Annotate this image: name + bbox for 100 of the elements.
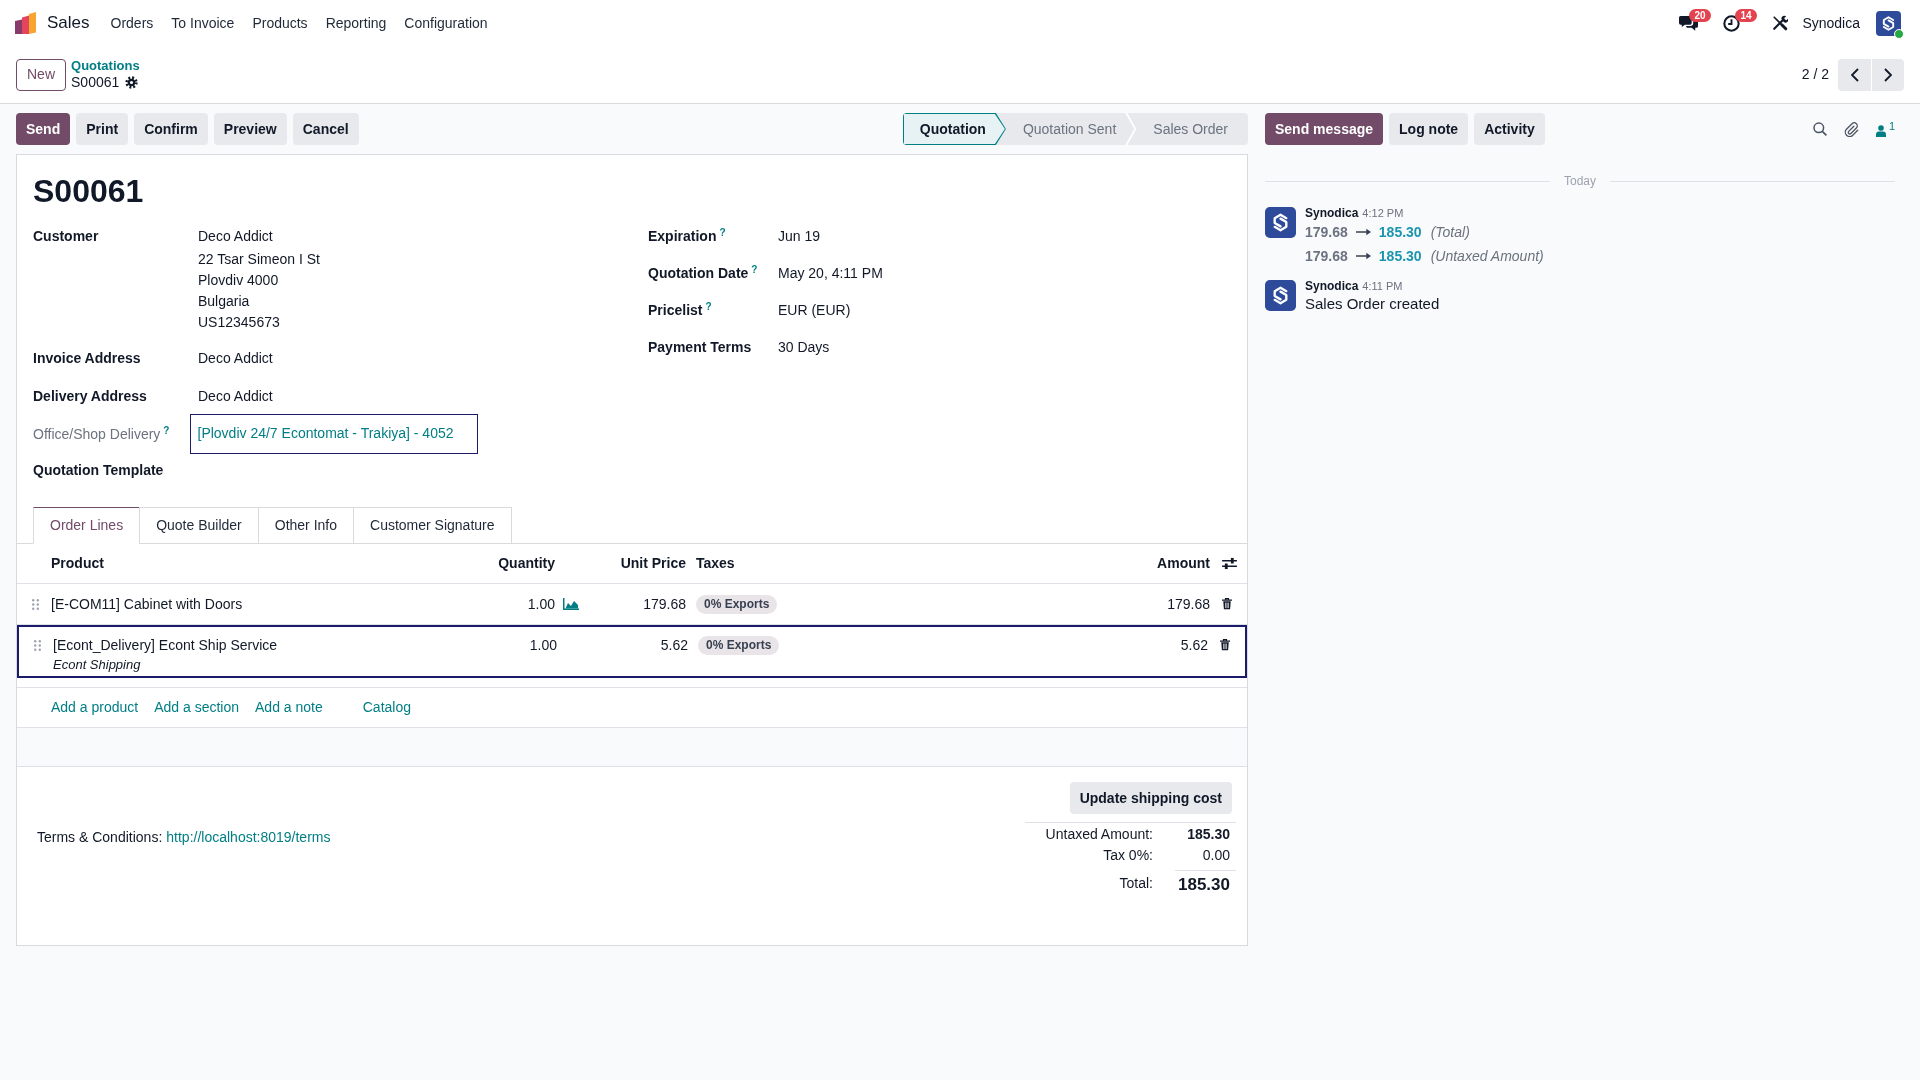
field-label: Pricelist bbox=[648, 302, 703, 318]
action-button[interactable]: Preview bbox=[213, 113, 287, 145]
field-value: Deco Addict bbox=[198, 348, 273, 368]
next-button[interactable] bbox=[1871, 58, 1904, 91]
menu-item[interactable]: Orders bbox=[101, 8, 163, 38]
date-separator: Today bbox=[1564, 174, 1596, 188]
total-label: Untaxed Amount: bbox=[1045, 825, 1153, 844]
field-value: 30 Days bbox=[778, 338, 830, 357]
field-value: EUR (EUR) bbox=[778, 301, 851, 320]
author-name: Synodica bbox=[1305, 279, 1359, 293]
menu-item[interactable]: Products bbox=[243, 8, 317, 38]
paperclip-icon[interactable] bbox=[1843, 121, 1859, 137]
total-value: 0.00 bbox=[1202, 846, 1230, 865]
address-line: Plovdiv 4000 bbox=[198, 270, 279, 290]
clock-icon[interactable] bbox=[1723, 14, 1741, 32]
breadcrumb-link[interactable]: Quotations bbox=[71, 58, 140, 73]
menu-item[interactable]: To Invoice bbox=[162, 8, 244, 38]
person-icon bbox=[1875, 125, 1886, 137]
status-step[interactable]: Quotation bbox=[902, 113, 1006, 145]
terms-label: Terms & Conditions: bbox=[37, 828, 163, 847]
drag-handle-icon[interactable] bbox=[34, 639, 41, 651]
action-button[interactable]: Cancel bbox=[292, 113, 359, 145]
new-value: 185.30 bbox=[1378, 222, 1422, 242]
pager-value[interactable]: 2 / 2 bbox=[1801, 64, 1829, 85]
field-value: Deco Addict bbox=[198, 386, 273, 406]
avatar-icon[interactable] bbox=[1265, 280, 1296, 311]
app-name[interactable]: Sales bbox=[47, 11, 90, 35]
tab[interactable]: Customer Signature bbox=[353, 507, 512, 544]
sliders-icon[interactable] bbox=[1222, 557, 1237, 570]
tab[interactable]: Order Lines bbox=[33, 507, 141, 544]
avatar-icon[interactable] bbox=[1876, 10, 1901, 36]
help-mark[interactable]: ? bbox=[751, 264, 758, 275]
column-header[interactable]: Product bbox=[51, 553, 104, 574]
new-button[interactable]: New bbox=[16, 58, 66, 91]
message-count-badge: 20 bbox=[1689, 9, 1711, 22]
terms-link[interactable]: http://localhost:8019/terms bbox=[166, 827, 331, 848]
trash-icon[interactable] bbox=[1222, 597, 1232, 610]
new-value: 185.30 bbox=[1378, 246, 1422, 266]
field-value: May 20, 4:11 PM bbox=[778, 264, 883, 283]
message-body: Sales Order created bbox=[1305, 294, 1440, 314]
column-header[interactable]: Unit Price bbox=[620, 553, 686, 574]
area-chart-icon[interactable] bbox=[563, 597, 579, 610]
status-step[interactable]: Sales Order bbox=[1136, 113, 1248, 145]
order-line-row[interactable]: [Econt_Delivery] Econt Ship Service Econt Shipping 1.00 5.62 0% Exports 5.62 bbox=[17, 625, 1247, 678]
old-value: 179.68 bbox=[1305, 246, 1348, 266]
field-label: Quotation Template bbox=[33, 461, 164, 478]
chatter-button[interactable]: Send message bbox=[1265, 113, 1384, 145]
chatter-button[interactable]: Activity bbox=[1474, 113, 1545, 145]
tab[interactable]: Quote Builder bbox=[139, 507, 259, 544]
search-icon[interactable] bbox=[1812, 122, 1827, 136]
field-label: Office/Shop Delivery bbox=[33, 425, 161, 442]
column-header[interactable]: Taxes bbox=[696, 553, 735, 574]
column-header[interactable]: Quantity bbox=[498, 553, 555, 574]
field-name: (Untaxed Amount) bbox=[1430, 246, 1544, 266]
total-label: Total: bbox=[1119, 874, 1153, 893]
update-shipping-button[interactable]: Update shipping cost bbox=[1069, 782, 1232, 814]
field-label: Expiration bbox=[648, 228, 717, 244]
avatar-icon[interactable] bbox=[1265, 207, 1296, 238]
unit-price-cell-text: 179.68 bbox=[643, 594, 686, 614]
old-value: 179.68 bbox=[1305, 222, 1348, 242]
total-label: Tax 0%: bbox=[1103, 846, 1153, 865]
followers-button[interactable]: 1 bbox=[1875, 121, 1895, 137]
address-line: Bulgaria bbox=[198, 291, 250, 311]
drag-handle-icon[interactable] bbox=[32, 598, 39, 610]
delivery-point-field[interactable]: [Plovdiv 24/7 Econtomat - Trakiya] - 4052 bbox=[190, 414, 478, 454]
address-line: US12345673 bbox=[198, 312, 280, 332]
trash-icon[interactable] bbox=[1220, 638, 1230, 651]
previous-button[interactable] bbox=[1838, 58, 1871, 91]
action-button[interactable]: Confirm bbox=[134, 113, 208, 145]
author-name: Synodica bbox=[1305, 206, 1359, 220]
field-label: Quotation Date bbox=[648, 265, 749, 281]
message-time: 4:11 PM bbox=[1362, 279, 1403, 293]
help-mark[interactable]: ? bbox=[705, 301, 712, 312]
chatter-button[interactable]: Log note bbox=[1389, 113, 1469, 145]
arrow-icon bbox=[1355, 228, 1371, 236]
add-line-link[interactable]: Add a note bbox=[255, 697, 323, 718]
order-line-row[interactable]: [E-COM11] Cabinet with Doors 1.00 179.68 0% Exports 179.68 bbox=[17, 584, 1247, 625]
field-label: Invoice Address bbox=[33, 349, 141, 366]
user-name[interactable]: Synodica bbox=[1802, 12, 1860, 34]
action-button[interactable]: Print bbox=[76, 113, 129, 145]
action-button[interactable]: Send bbox=[16, 113, 71, 145]
chevron-right-icon bbox=[1884, 67, 1892, 82]
help-mark[interactable]: ? bbox=[719, 227, 726, 238]
arrow-icon bbox=[1355, 252, 1371, 260]
app-logo-icon[interactable] bbox=[15, 12, 37, 34]
menu-item[interactable]: Configuration bbox=[395, 8, 497, 38]
record-name: S00061 bbox=[71, 73, 120, 91]
tools-icon[interactable] bbox=[1772, 15, 1789, 31]
help-mark[interactable]: ? bbox=[163, 424, 170, 436]
product-cell-text: [E-COM11] Cabinet with Doors bbox=[51, 594, 243, 614]
gear-icon[interactable] bbox=[125, 75, 139, 89]
record-title: S00061 bbox=[33, 172, 145, 211]
add-line-link[interactable]: Add a product bbox=[51, 697, 139, 718]
product-cell-text: [Econt_Delivery] Econt Ship Service bbox=[53, 635, 278, 655]
add-line-link[interactable]: Add a section bbox=[154, 697, 239, 718]
field-name: (Total) bbox=[1430, 222, 1470, 242]
field-value: Jun 19 bbox=[778, 227, 821, 246]
add-line-link[interactable]: Catalog bbox=[362, 697, 411, 718]
menu-item[interactable]: Reporting bbox=[316, 8, 396, 38]
column-header[interactable]: Amount bbox=[1157, 553, 1210, 574]
